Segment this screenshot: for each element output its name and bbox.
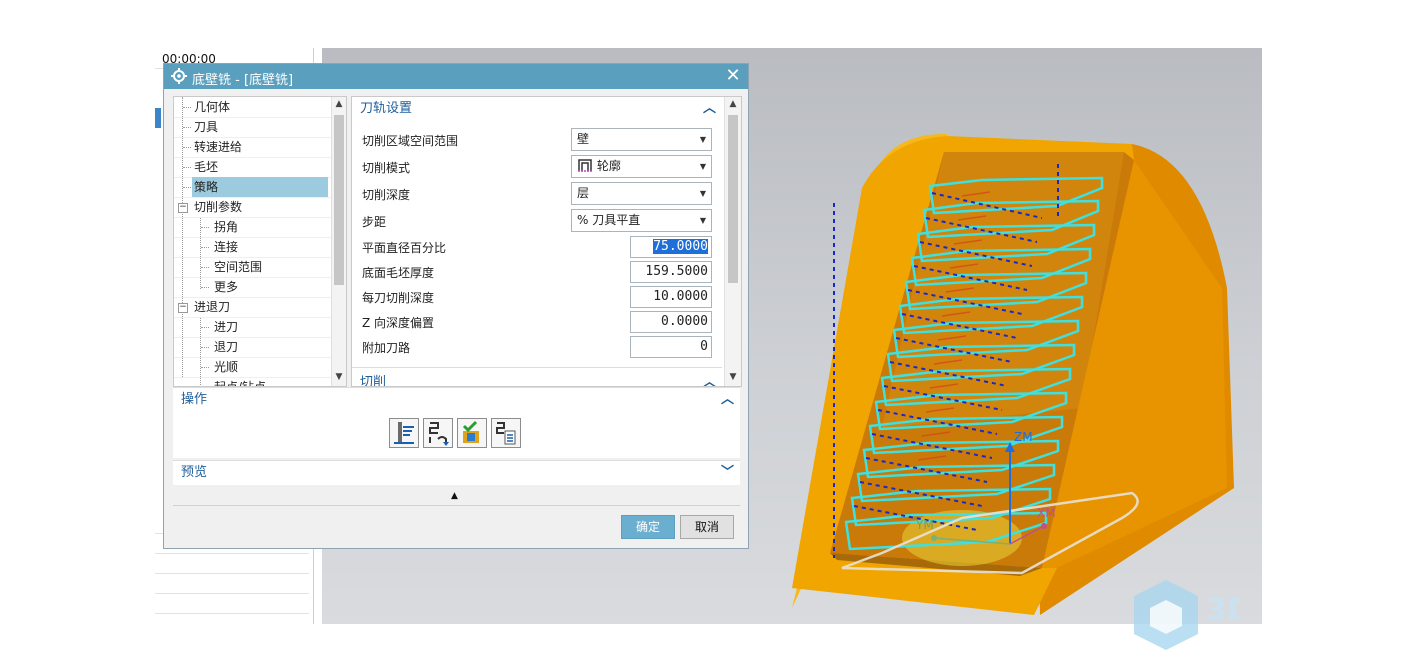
tree-item-blank[interactable]: 毛坯 [194, 157, 218, 177]
tree-item-cutting-params[interactable]: 切削参数 [194, 197, 242, 217]
ok-button[interactable]: 确定 [621, 515, 675, 539]
param-label-stepover: 步距 [362, 215, 387, 229]
depth-per-cut-input[interactable]: 10.0000 [630, 286, 712, 308]
param-label-flat-diameter-percent: 平面直径百分比 [362, 241, 447, 255]
param-label-floor-blank-thickness: 底面毛坯厚度 [362, 266, 435, 280]
stepover-dropdown[interactable]: % 刀具平直 ▼ [571, 209, 712, 232]
preview-section: 预览 ﹀ [173, 460, 740, 485]
dialog-titlebar[interactable]: 底壁铣 - [底壁铣] ✕ [164, 64, 748, 89]
scroll-down-icon[interactable]: ▼ [332, 370, 346, 384]
list-icon [496, 422, 516, 445]
dialog-tree: 几何体 刀具 转速进给 毛坯 策略 − 切削参数 拐角 连接 空间范围 更多 −… [173, 96, 347, 387]
tree-item-start-drill-points[interactable]: 起点/钻点 [214, 377, 266, 386]
navigator-selection-marker [155, 108, 161, 128]
collapse-dialog-icon[interactable]: ▲ [451, 491, 458, 501]
chevron-down-icon[interactable]: ﹀ [721, 461, 734, 485]
operation-header[interactable]: 操作 ︿ [173, 388, 740, 412]
cut-section-title: 切削 [360, 375, 387, 387]
scroll-down-icon[interactable]: ▼ [725, 370, 741, 384]
path-settings-title: 刀轨设置 [360, 101, 413, 116]
verify-button[interactable] [457, 418, 487, 448]
gear-icon [171, 68, 187, 84]
tree-item-engage[interactable]: 进刀 [214, 317, 238, 337]
chevron-up-icon[interactable]: ︿ [703, 371, 716, 386]
generate-button[interactable] [389, 418, 419, 448]
param-label-cut-region: 切削区域空间范围 [362, 134, 459, 148]
scroll-thumb[interactable] [334, 115, 344, 285]
scroll-thumb[interactable] [728, 115, 738, 283]
z-depth-offset-input[interactable]: 0.0000 [630, 311, 712, 333]
preview-header[interactable]: 预览 ﹀ [173, 461, 740, 485]
generate-icon [394, 422, 414, 444]
tree-item-smoothing[interactable]: 光顺 [214, 357, 238, 377]
watermark-logo: 3D [1130, 576, 1252, 660]
replay-button[interactable] [423, 418, 453, 448]
axis-label-x: XM [1037, 506, 1056, 520]
profile-pattern-icon [578, 159, 592, 172]
tree-scrollbar[interactable]: ▲ ▼ [331, 97, 346, 386]
dropdown-arrow-icon: ▼ [699, 162, 706, 171]
cut-section-header[interactable]: 切削 ︿ [352, 371, 722, 387]
cut-depth-dropdown[interactable]: 层 ▼ [571, 182, 712, 205]
tree-item-connections[interactable]: 连接 [214, 237, 238, 257]
tree-item-tool[interactable]: 刀具 [194, 117, 218, 137]
tree-item-retract[interactable]: 退刀 [214, 337, 238, 357]
axis-label-y: YM [916, 518, 934, 532]
svg-text:3D: 3D [1206, 593, 1240, 628]
floor-blank-thickness-input[interactable]: 159.5000 [630, 261, 712, 283]
cut-region-dropdown[interactable]: 壁 ▼ [571, 128, 712, 151]
floor-wall-milling-dialog: 底壁铣 - [底壁铣] ✕ 几何体 刀具 转速进给 毛坯 策略 − 切削参数 拐… [163, 63, 749, 549]
path-settings-panel: 刀轨设置 ︿ 切削区域空间范围 壁 ▼ 切削模式 轮廓 ▼ 切削深度 层 ▼ 步距 %… [351, 96, 742, 387]
param-label-cut-depth: 切削深度 [362, 188, 411, 202]
params-scrollbar[interactable]: ▲ ▼ [724, 97, 741, 386]
tree-item-geometry[interactable]: 几何体 [194, 97, 230, 117]
operation-title: 操作 [181, 392, 208, 407]
param-label-z-depth-offset: Z 向深度偏置 [362, 316, 435, 330]
tree-item-non-cutting-moves[interactable]: 进退刀 [194, 297, 230, 317]
flat-diameter-percent-input[interactable]: 75.0000 [630, 236, 712, 258]
axis-label-z: ZM [1014, 430, 1033, 444]
additional-passes-input[interactable]: 0 [630, 336, 712, 358]
dialog-title: 底壁铣 - [底壁铣] [192, 73, 294, 88]
operation-section: 操作 ︿ [173, 387, 740, 458]
list-button[interactable] [491, 418, 521, 448]
param-label-cut-pattern: 切削模式 [362, 161, 411, 175]
dropdown-arrow-icon: ▼ [699, 216, 706, 225]
param-label-depth-per-cut: 每刀切削深度 [362, 291, 435, 305]
dropdown-arrow-icon: ▼ [699, 135, 706, 144]
replay-icon [429, 422, 449, 446]
chevron-up-icon[interactable]: ︿ [703, 97, 716, 121]
param-label-additional-passes: 附加刀路 [362, 341, 411, 355]
chevron-up-icon[interactable]: ︿ [721, 388, 734, 412]
preview-title: 预览 [181, 465, 208, 480]
scroll-up-icon[interactable]: ▲ [725, 97, 741, 111]
collapse-toggle[interactable]: − [178, 303, 188, 313]
close-icon[interactable]: ✕ [724, 66, 742, 86]
cut-pattern-dropdown[interactable]: 轮廓 ▼ [571, 155, 712, 178]
divider [173, 505, 740, 506]
tree-item-strategy[interactable]: 策略 [194, 177, 218, 197]
tree-item-space-range[interactable]: 空间范围 [214, 257, 262, 277]
collapse-toggle[interactable]: − [178, 203, 188, 213]
dropdown-arrow-icon: ▼ [699, 189, 706, 198]
path-settings-header[interactable]: 刀轨设置 ︿ [352, 97, 722, 121]
verify-icon [462, 420, 479, 443]
cancel-button[interactable]: 取消 [680, 515, 734, 539]
tree-item-feeds-speeds[interactable]: 转速进给 [194, 137, 242, 157]
scroll-up-icon[interactable]: ▲ [332, 97, 346, 111]
tree-item-more[interactable]: 更多 [214, 277, 238, 297]
tree-item-corners[interactable]: 拐角 [214, 217, 238, 237]
